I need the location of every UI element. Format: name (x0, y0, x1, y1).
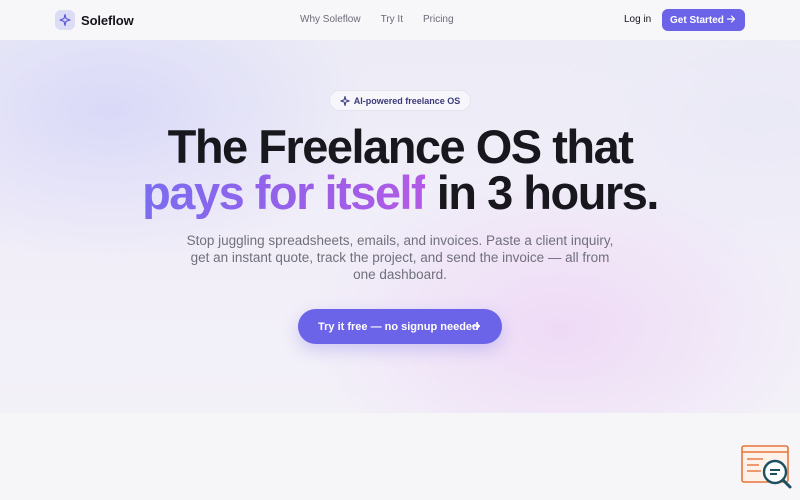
top-nav: Soleflow Why Soleflow Try It Pricing Log… (0, 0, 800, 40)
brand[interactable]: Soleflow (55, 10, 134, 30)
nav-link-try-it[interactable]: Try It (381, 14, 403, 25)
sparkle-icon (55, 10, 75, 30)
nav-links: Why Soleflow Try It Pricing (300, 14, 474, 25)
lower-section (0, 413, 800, 500)
search-chat-icon[interactable] (741, 445, 793, 491)
get-started-label: Get Started (670, 14, 724, 26)
try-free-label: Try it free — no signup needed (318, 320, 479, 333)
headline-highlight: pays for itself (142, 166, 427, 219)
get-started-button[interactable]: Get Started (662, 9, 745, 31)
nav-link-pricing[interactable]: Pricing (423, 14, 454, 25)
hero-headline: The Freelance OS that pays for itself in… (0, 123, 800, 219)
brand-name: Soleflow (81, 12, 134, 28)
arrow-right-icon (470, 320, 482, 335)
headline-rest: in 3 hours. (425, 166, 660, 219)
hero-badge: AI-powered freelance OS (329, 90, 471, 111)
try-free-button[interactable]: Try it free — no signup needed (298, 309, 502, 344)
login-link[interactable]: Log in (624, 14, 651, 25)
nav-link-why-soleflow[interactable]: Why Soleflow (300, 14, 361, 25)
sparkle-icon (340, 95, 350, 106)
hero-badge-label: AI-powered freelance OS (353, 95, 461, 106)
hero-subtext: Stop juggling spreadsheets, emails, and … (186, 233, 614, 282)
arrow-right-icon (725, 13, 737, 28)
